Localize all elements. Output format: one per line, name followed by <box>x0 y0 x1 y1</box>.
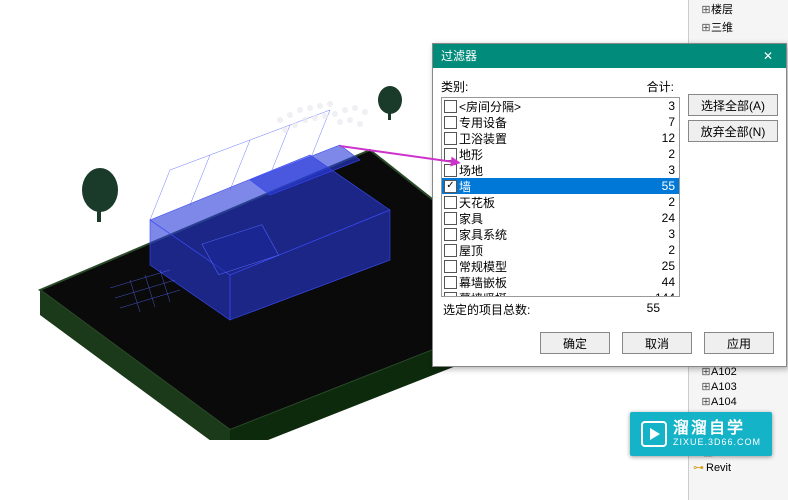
filter-row[interactable]: 家具系统3 <box>442 226 679 242</box>
filter-row-count: 2 <box>645 147 677 161</box>
checkbox[interactable] <box>444 292 457 298</box>
filter-row[interactable]: 卫浴装置12 <box>442 130 679 146</box>
checkbox[interactable] <box>444 116 457 129</box>
checkbox[interactable] <box>444 244 457 257</box>
tree-label: Revit <box>706 462 731 474</box>
filter-row-label: 场地 <box>459 162 645 179</box>
tree-node[interactable]: ⊞A104 <box>689 394 788 409</box>
watermark: 溜溜自学 ZIXUE.3D66.COM <box>630 412 772 456</box>
filter-row-label: 天花板 <box>459 194 645 211</box>
filter-row-label: 幕墙竖梃 <box>459 290 645 298</box>
filter-row-count: 12 <box>645 131 677 145</box>
filter-row-count: 2 <box>645 243 677 257</box>
tree-node[interactable]: ⊞A103 <box>689 379 788 394</box>
filter-row[interactable]: 天花板2 <box>442 194 679 210</box>
deselect-all-button[interactable]: 放弃全部(N) <box>688 120 778 142</box>
filter-row[interactable]: 专用设备7 <box>442 114 679 130</box>
play-icon <box>641 421 667 447</box>
tree-node[interactable]: ⊶Revit <box>689 460 788 475</box>
checkbox[interactable] <box>444 228 457 241</box>
apply-button[interactable]: 应用 <box>704 332 774 354</box>
tree-label: 三维 <box>711 19 733 35</box>
expand-icon[interactable]: ⊞ <box>701 380 711 393</box>
tree-label: A104 <box>711 396 737 408</box>
checkbox[interactable] <box>444 212 457 225</box>
filter-row-count: 25 <box>645 259 677 273</box>
filter-row-label: <房间分隔> <box>459 98 645 115</box>
filter-row[interactable]: 地形2 <box>442 146 679 162</box>
ok-button[interactable]: 确定 <box>540 332 610 354</box>
checkbox[interactable] <box>444 260 457 273</box>
filter-row-label: 家具系统 <box>459 226 645 243</box>
filter-row-count: 3 <box>645 99 677 113</box>
filter-list[interactable]: <房间分隔>3专用设备7卫浴装置12地形2场地3墙55天花板2家具24家具系统3… <box>441 97 680 297</box>
filter-row-count: 144 <box>645 291 677 297</box>
filter-row[interactable]: 屋顶2 <box>442 242 679 258</box>
filter-row-count: 2 <box>645 195 677 209</box>
watermark-sub: ZIXUE.3D66.COM <box>673 438 761 448</box>
filter-row[interactable]: 幕墙嵌板44 <box>442 274 679 290</box>
filter-row-count: 44 <box>645 275 677 289</box>
expand-icon[interactable]: ⊞ <box>701 21 711 34</box>
dialog-title-text: 过滤器 <box>441 44 477 68</box>
filter-row[interactable]: 墙55 <box>442 178 679 194</box>
filter-row-label: 常规模型 <box>459 258 645 275</box>
expand-icon[interactable]: ⊞ <box>701 395 711 408</box>
header-category: 类别: <box>441 78 630 95</box>
cancel-button[interactable]: 取消 <box>622 332 692 354</box>
filter-row-label: 地形 <box>459 146 645 163</box>
filter-row[interactable]: <房间分隔>3 <box>442 98 679 114</box>
header-total: 合计: <box>630 78 680 95</box>
select-all-button[interactable]: 选择全部(A) <box>688 94 778 116</box>
checkbox[interactable] <box>444 180 457 193</box>
filter-row-count: 55 <box>645 179 677 193</box>
filter-row-count: 24 <box>645 211 677 225</box>
tree-label: A102 <box>711 366 737 378</box>
checkbox[interactable] <box>444 132 457 145</box>
filter-dialog: 过滤器 ✕ 类别: 合计: <房间分隔>3专用设备7卫浴装置12地形2场地3墙5… <box>432 43 787 367</box>
filter-row-label: 卫浴装置 <box>459 130 645 147</box>
checkbox[interactable] <box>444 276 457 289</box>
filter-row-count: 3 <box>645 163 677 177</box>
filter-row-count: 3 <box>645 227 677 241</box>
tree-node[interactable]: ⊞楼层 <box>689 0 788 18</box>
filter-row[interactable]: 家具24 <box>442 210 679 226</box>
tree-label: 楼层 <box>711 1 733 17</box>
filter-row-label: 专用设备 <box>459 114 645 131</box>
checkbox[interactable] <box>444 196 457 209</box>
filter-row-label: 墙 <box>459 178 645 195</box>
tree-label: A103 <box>711 381 737 393</box>
expand-icon[interactable]: ⊞ <box>701 3 711 16</box>
filter-row-label: 家具 <box>459 210 645 227</box>
dialog-titlebar[interactable]: 过滤器 ✕ <box>433 44 786 68</box>
checkbox[interactable] <box>444 100 457 113</box>
filter-row[interactable]: 常规模型25 <box>442 258 679 274</box>
filter-row-label: 屋顶 <box>459 242 645 259</box>
close-icon[interactable]: ✕ <box>758 44 778 68</box>
filter-row-label: 幕墙嵌板 <box>459 274 645 291</box>
total-label: 选定的项目总数: <box>443 301 628 318</box>
total-value: 55 <box>628 301 678 318</box>
tree-node[interactable]: ⊞三维 <box>689 18 788 36</box>
filter-row[interactable]: 幕墙竖梃144 <box>442 290 679 297</box>
filter-row-count: 7 <box>645 115 677 129</box>
link-icon: ⊶ <box>693 461 704 474</box>
filter-row[interactable]: 场地3 <box>442 162 679 178</box>
watermark-main: 溜溜自学 <box>673 420 761 438</box>
